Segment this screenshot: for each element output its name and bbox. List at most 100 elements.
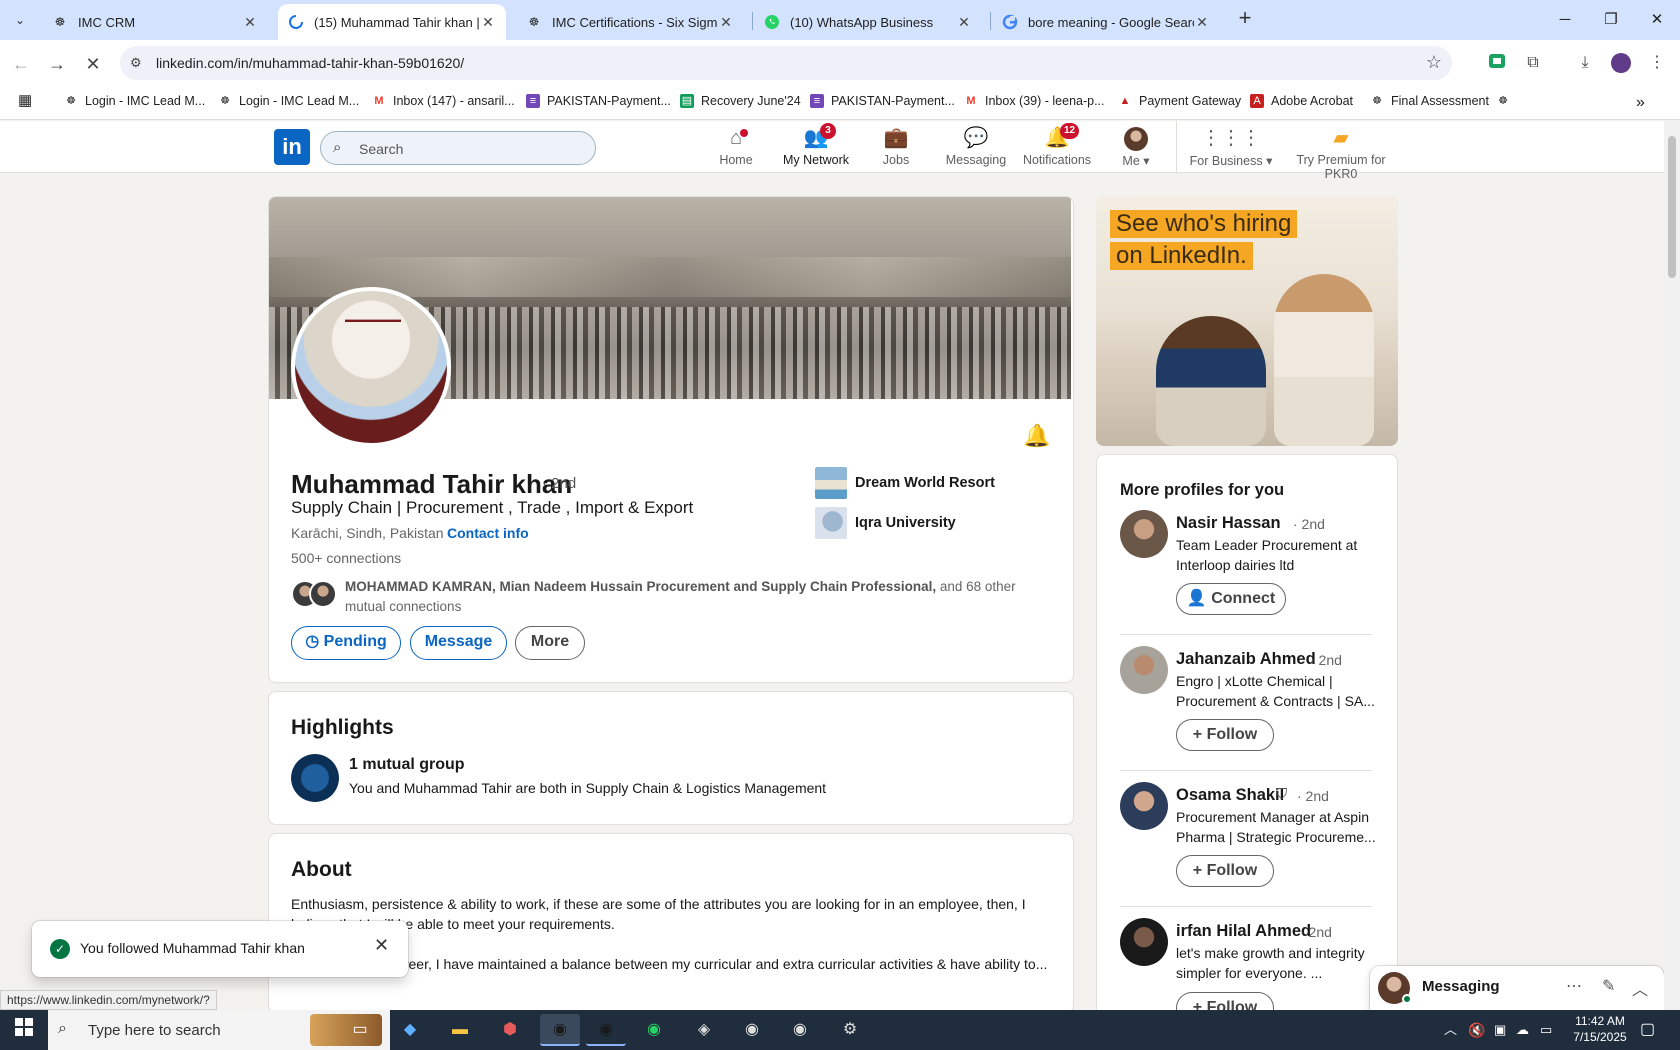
more-button[interactable]: More [515, 626, 585, 660]
bookmark-item[interactable]: ☸ Final Assessment [1370, 94, 1489, 108]
nav-home[interactable]: ⌂ Home [696, 125, 776, 171]
more-bookmarks-icon[interactable]: » [1636, 94, 1645, 112]
tray-chevron-icon[interactable]: ︿ [1444, 1010, 1457, 1050]
search-input[interactable]: ⌕ Search [320, 131, 596, 165]
address-bar[interactable]: ⚙ linkedin.com/in/muhammad-tahir-khan-59… [120, 46, 1452, 80]
scrollbar-thumb[interactable] [1668, 136, 1676, 278]
nav-jobs[interactable]: 💼 Jobs [856, 125, 936, 171]
bookmark-item[interactable]: ≡ PAKISTAN-Payment... [810, 94, 955, 108]
follow-button[interactable]: + Follow [1176, 855, 1274, 887]
tab-linkedin[interactable]: (15) Muhammad Tahir khan | LinkedIn ✕ [278, 4, 506, 40]
new-tab-button[interactable]: + [1232, 6, 1258, 32]
profile-avatar[interactable] [1610, 52, 1632, 74]
display-icon[interactable]: ▭ [1540, 1010, 1552, 1050]
close-tab-icon[interactable]: ✕ [718, 14, 734, 31]
network-icon[interactable]: ☁ [1516, 1010, 1529, 1050]
extension-green-icon[interactable] [1486, 52, 1508, 74]
chrome-icon[interactable]: ◉ [780, 1014, 820, 1046]
chrome-icon[interactable]: ◉ [540, 1014, 580, 1046]
close-tab-icon[interactable]: ✕ [956, 14, 972, 31]
follow-button[interactable]: + Follow [1176, 992, 1274, 1010]
notification-center-icon[interactable]: ▢ [1640, 1010, 1655, 1050]
mutual-connections[interactable]: MOHAMMAD KAMRAN, Mian Nadeem Hussain Pro… [345, 577, 1045, 617]
tray-app-icon[interactable]: ▣ [1494, 1010, 1506, 1050]
bookmark-item[interactable]: ▲ Payment Gateway [1118, 94, 1242, 108]
apps-grid-icon[interactable]: ▦ [18, 93, 39, 108]
notification-bell-icon[interactable]: 🔔 [1023, 423, 1050, 449]
system-clock[interactable]: 11:42 AM 7/15/2025 [1566, 1010, 1634, 1050]
volume-muted-icon[interactable]: 🔇 [1468, 1010, 1485, 1050]
person-avatar[interactable] [1120, 510, 1168, 558]
form-icon: ≡ [810, 94, 824, 108]
hiring-ad[interactable]: See who's hiring on LinkedIn. [1096, 196, 1398, 446]
task-view-icon[interactable]: ▭ [340, 1014, 380, 1046]
tab-imc-certifications[interactable]: ☸ IMC Certifications - Six Sigma G ✕ [516, 4, 744, 40]
person-avatar[interactable] [1120, 646, 1168, 694]
connections-count[interactable]: 500+ connections [291, 550, 401, 566]
back-button[interactable]: ← [8, 51, 34, 77]
nav-messaging[interactable]: 💬 Messaging [936, 125, 1016, 171]
copilot-icon[interactable]: ◆ [390, 1014, 430, 1046]
person-name[interactable]: irfan Hilal Ahmed [1176, 922, 1311, 941]
extensions-puzzle-icon[interactable]: ⧉ [1522, 52, 1544, 74]
close-toast-icon[interactable]: ✕ [374, 935, 389, 956]
tab-search-icon[interactable]: ⌄ [8, 8, 32, 32]
more-options-icon[interactable]: ⋯ [1566, 976, 1582, 996]
follow-button[interactable]: + Follow [1176, 719, 1274, 751]
file-explorer-icon[interactable]: ▬ [440, 1014, 480, 1046]
compose-icon[interactable]: ✎ [1602, 976, 1615, 996]
close-tab-icon[interactable]: ✕ [1194, 14, 1210, 31]
downloads-icon[interactable]: ⤓ [1574, 52, 1596, 74]
taskbar-search-input[interactable]: ⌕ Type here to search [48, 1010, 390, 1050]
nav-for-business[interactable]: ⋮⋮⋮ For Business ▾ [1186, 125, 1276, 171]
windows-start-icon[interactable] [0, 1010, 48, 1050]
nav-try-premium[interactable]: ▰ Try Premium for PKR0 [1282, 125, 1400, 181]
chevron-up-icon[interactable]: ︿ [1632, 976, 1648, 1000]
app-icon[interactable]: ◈ [684, 1014, 724, 1046]
app-icon[interactable]: ⬢ [490, 1014, 530, 1046]
close-window-button[interactable]: ✕ [1634, 0, 1680, 40]
person-avatar[interactable] [1120, 782, 1168, 830]
experience-item[interactable]: Dream World Resort [815, 467, 995, 499]
profile-photo[interactable]: ▬▬▬▬▬▬▬ [291, 287, 451, 447]
chrome-icon[interactable]: ◉ [732, 1014, 772, 1046]
site-info-icon[interactable]: ⚙ [130, 55, 142, 71]
messaging-overlay[interactable]: Messaging ⋯ ✎ ︿ [1370, 966, 1664, 1010]
tab-imc-crm[interactable]: ☸ IMC CRM ✕ [42, 4, 268, 40]
nav-my-network[interactable]: 👥 3 My Network [776, 123, 856, 171]
chrome-profile-icon[interactable]: ◉ [586, 1014, 626, 1046]
stop-loading-button[interactable]: ✕ [80, 51, 106, 77]
bookmark-item[interactable]: M Inbox (147) - ansaril... [372, 94, 514, 108]
linkedin-logo[interactable]: in [274, 129, 310, 165]
whatsapp-icon[interactable]: ◉ [634, 1014, 674, 1046]
nav-me[interactable]: Me ▾ [1096, 125, 1176, 171]
tab-google-search[interactable]: bore meaning - Google Search ✕ [992, 4, 1220, 40]
bookmark-star-icon[interactable]: ☆ [1426, 52, 1442, 73]
forward-button[interactable]: → [44, 51, 70, 77]
minimize-button[interactable]: ─ [1542, 0, 1588, 40]
contact-info-link[interactable]: Contact info [447, 525, 529, 541]
bookmark-item[interactable]: ▤ Recovery June'24 [680, 94, 801, 108]
nav-notifications[interactable]: 🔔 12 Notifications [1016, 123, 1098, 171]
browser-menu-icon[interactable]: ⋮ [1646, 52, 1668, 74]
settings-icon[interactable]: ⚙ [830, 1014, 870, 1046]
bookmark-item[interactable]: M Inbox (39) - leena-p... [964, 94, 1104, 108]
restore-button[interactable]: ❐ [1588, 0, 1634, 40]
person-name[interactable]: Nasir Hassan [1176, 514, 1281, 533]
bookmark-item[interactable]: ☸ [1496, 94, 1517, 108]
bookmark-item[interactable]: ≡ PAKISTAN-Payment... [526, 94, 671, 108]
education-item[interactable]: Iqra University [815, 507, 956, 539]
bookmark-item[interactable]: ☸ Login - IMC Lead M... [218, 94, 359, 108]
bookmark-item[interactable]: ☸ Login - IMC Lead M... [64, 94, 205, 108]
close-tab-icon[interactable]: ✕ [242, 14, 258, 31]
pending-button[interactable]: ◷ Pending [291, 626, 401, 660]
person-avatar[interactable] [1120, 918, 1168, 966]
mutual-group-title[interactable]: 1 mutual group [349, 756, 465, 774]
close-tab-icon[interactable]: ✕ [480, 14, 496, 31]
tab-whatsapp[interactable]: (10) WhatsApp Business ✕ [754, 4, 982, 40]
connect-button[interactable]: 👤 Connect [1176, 583, 1286, 615]
bookmark-item[interactable]: A Adobe Acrobat [1250, 94, 1353, 108]
message-button[interactable]: Message [410, 626, 507, 660]
person-name[interactable]: Osama Shakil [1176, 786, 1284, 805]
person-name[interactable]: Jahanzaib Ahmed [1176, 650, 1316, 669]
